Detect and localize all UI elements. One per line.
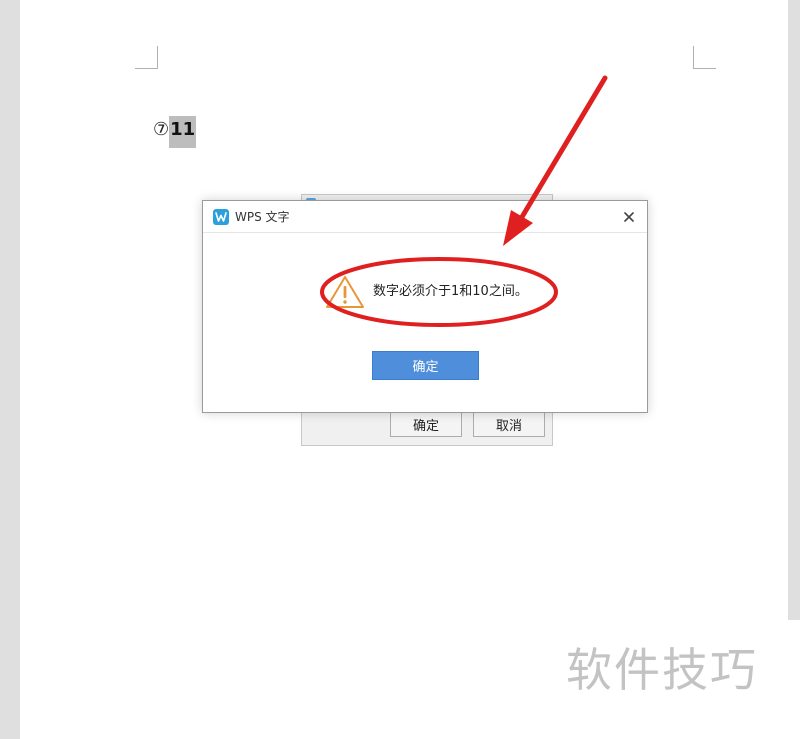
page-corner-mark-top-right xyxy=(693,46,716,69)
underlying-ok-button[interactable]: 确定 xyxy=(390,411,462,437)
message-box: WPS 文字 数字必须介于1和10之间。 确定 xyxy=(202,200,648,413)
wps-logo-icon xyxy=(213,209,229,225)
message-text: 数字必须介于1和10之间。 xyxy=(373,284,528,299)
workspace-gutter-left xyxy=(0,0,20,739)
ok-button[interactable]: 确定 xyxy=(372,351,479,380)
circled-number: ⑦ xyxy=(153,119,170,140)
message-box-title: WPS 文字 xyxy=(235,210,290,224)
watermark-text: 软件技巧 xyxy=(566,643,758,697)
message-box-titlebar: WPS 文字 xyxy=(203,201,647,233)
warning-triangle-icon xyxy=(325,275,365,309)
underlying-cancel-button[interactable]: 取消 xyxy=(473,411,545,437)
page-corner-mark-top-left xyxy=(135,46,158,69)
close-icon[interactable] xyxy=(619,207,639,227)
workspace-gutter-right xyxy=(788,0,800,620)
document-text-line[interactable]: ⑦ 11 xyxy=(153,116,197,148)
selected-text[interactable]: 11 xyxy=(169,116,197,148)
